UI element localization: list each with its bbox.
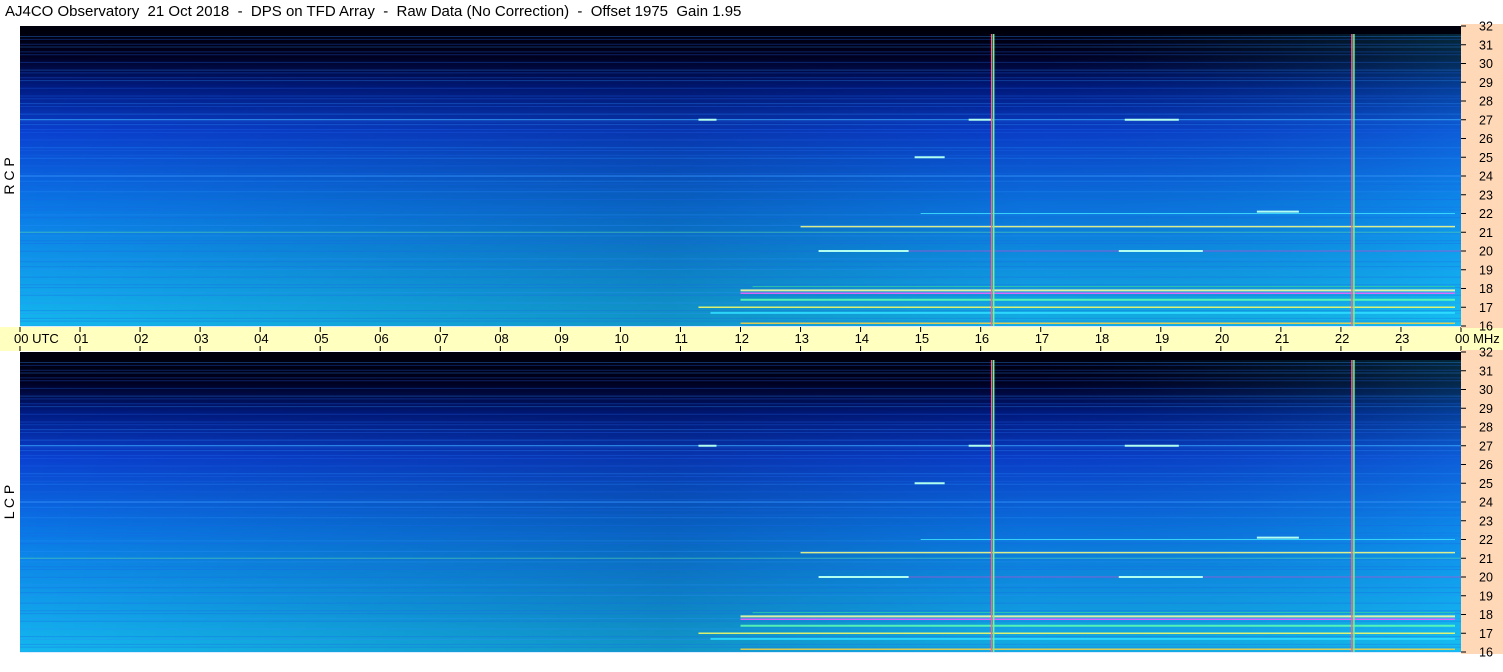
utc-tick-label: 01 xyxy=(74,331,88,346)
utc-tick-label: 14 xyxy=(855,331,869,346)
utc-tick-label: 18 xyxy=(1095,331,1109,346)
utc-tick-label: 11 xyxy=(674,331,688,346)
mhz-tick-label: 26 xyxy=(1479,458,1493,472)
utc-tick-label: 04 xyxy=(254,331,268,346)
mhz-tick-label: 16 xyxy=(1479,646,1493,660)
utc-tick-label: 05 xyxy=(314,331,328,346)
mhz-tick-label: 24 xyxy=(1479,170,1493,184)
mhz-tick-label: 18 xyxy=(1479,608,1493,622)
utc-tick-label: 13 xyxy=(795,331,809,346)
mhz-tick-label: 30 xyxy=(1479,57,1493,71)
spectrogram-figure: R C P L C P 00 UTC 01 02 03 04 05 06 07 08 09 10 11 1… xyxy=(0,20,1503,672)
mhz-tick-label: 24 xyxy=(1479,496,1493,510)
mhz-tick-label: 20 xyxy=(1479,571,1493,585)
utc-tick-label: 09 xyxy=(554,331,568,346)
mhz-tick-label: 27 xyxy=(1479,113,1493,127)
utc-tick-label: 17 xyxy=(1035,331,1049,346)
utc-tick-label: 23 xyxy=(1395,331,1409,346)
mhz-tick-label: 31 xyxy=(1479,38,1493,52)
utc-tick-label: 03 xyxy=(194,331,208,346)
mhz-tick-label: 23 xyxy=(1479,188,1493,202)
mhz-tick-label: 25 xyxy=(1479,477,1493,491)
mhz-tick-label: 18 xyxy=(1479,282,1493,296)
utc-tick-label: 15 xyxy=(915,331,929,346)
utc-tick-label: 07 xyxy=(434,331,448,346)
mhz-tick-label: 19 xyxy=(1479,589,1493,603)
cutoff-region xyxy=(20,26,1461,34)
mhz-tick-label: 19 xyxy=(1479,263,1493,277)
polarization-label: L C P xyxy=(1,485,17,520)
mhz-tick-label: 28 xyxy=(1479,95,1493,109)
utc-tick-label: 02 xyxy=(134,331,148,346)
mhz-tick-label: 22 xyxy=(1479,207,1493,221)
utc-tick-label: 19 xyxy=(1155,331,1169,346)
utc-tick-label: 12 xyxy=(735,331,749,346)
mhz-tick-label: 17 xyxy=(1479,301,1493,315)
utc-axis: 00 UTC 01 02 03 04 05 06 07 08 09 10 11 12 13 14 15 16 17… xyxy=(0,327,1503,351)
mhz-tick-label: 31 xyxy=(1479,364,1493,378)
utc-tick-label: 08 xyxy=(494,331,508,346)
utc-tick-label: 16 xyxy=(975,331,989,346)
mhz-tick-label: 32 xyxy=(1479,346,1493,360)
cutoff-region xyxy=(20,352,1461,360)
mhz-tick-label: 29 xyxy=(1479,402,1493,416)
mhz-tick-label: 32 xyxy=(1479,20,1493,34)
mhz-tick-label: 26 xyxy=(1479,132,1493,146)
mhz-tick-label: 29 xyxy=(1479,76,1493,90)
mhz-tick-label: 21 xyxy=(1479,552,1493,566)
mhz-tick-label: 20 xyxy=(1479,245,1493,259)
mhz-tick-label: 22 xyxy=(1479,533,1493,547)
utc-tick-label: 00 UTC xyxy=(14,331,59,346)
mhz-tick-label: 23 xyxy=(1479,514,1493,528)
mhz-tick-label: 17 xyxy=(1479,627,1493,641)
polarization-label: R C P xyxy=(1,157,17,194)
mhz-tick-label: 27 xyxy=(1479,439,1493,453)
panel-rcp xyxy=(20,26,1461,327)
utc-tick-label: 22 xyxy=(1335,331,1349,346)
utc-tick-label: 21 xyxy=(1275,331,1289,346)
mhz-tick-label: 30 xyxy=(1479,383,1493,397)
mhz-tick-label: 21 xyxy=(1479,226,1493,240)
mhz-tick-label: 25 xyxy=(1479,151,1493,165)
panel-lcp xyxy=(20,352,1461,653)
mhz-tick-label: 16 xyxy=(1479,320,1493,334)
mhz-tick-label: 28 xyxy=(1479,421,1493,435)
utc-tick-label: 10 xyxy=(614,331,628,346)
utc-tick-label: 00 MHz xyxy=(1455,331,1500,346)
utc-tick-label: 20 xyxy=(1215,331,1229,346)
utc-tick-label: 06 xyxy=(374,331,388,346)
